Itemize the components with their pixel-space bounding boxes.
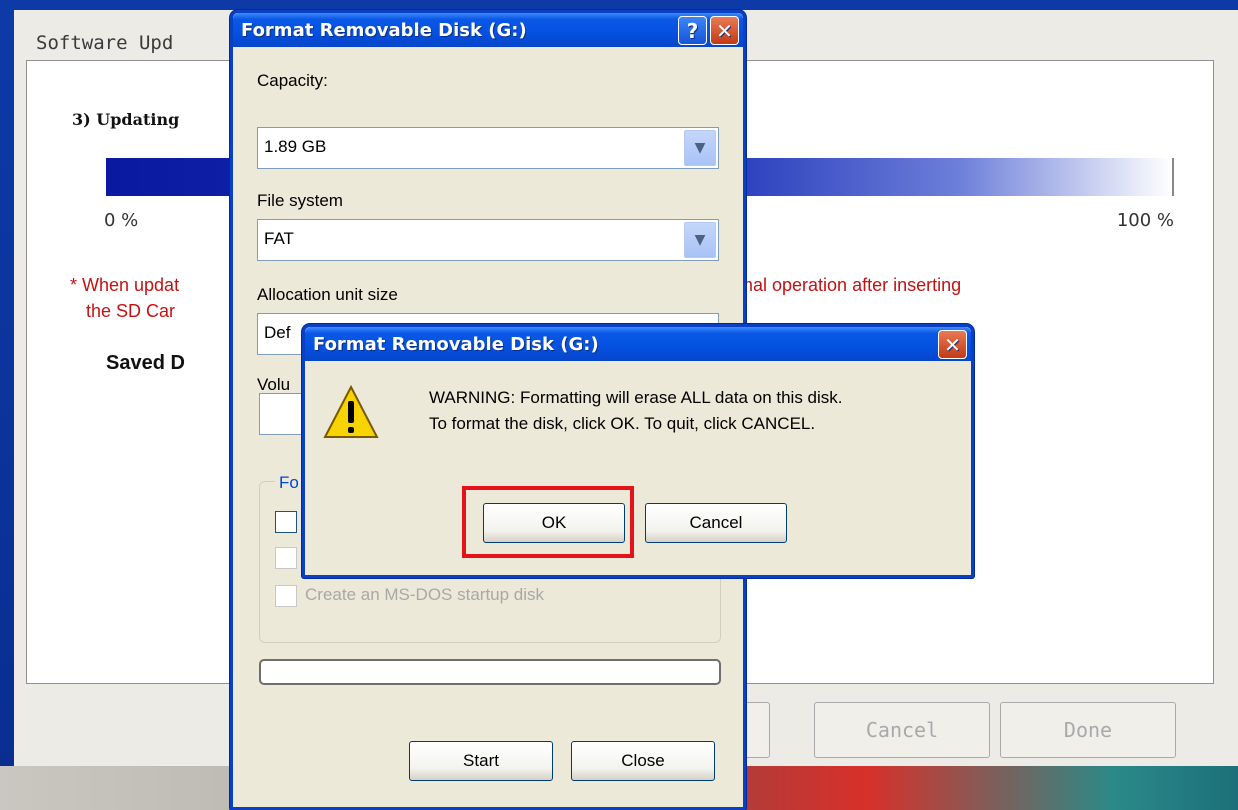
note-line-1-end: mal operation after inserting: [738, 275, 962, 295]
warning-dialog-close-button[interactable]: ✕: [938, 330, 967, 359]
format-dialog-close-button[interactable]: ✕: [710, 16, 739, 45]
close-button[interactable]: Close: [571, 741, 715, 781]
step-label: 3) Updating: [72, 110, 180, 129]
chevron-down-icon[interactable]: ▼: [684, 130, 716, 166]
warning-line-2: To format the disk, click OK. To quit, c…: [429, 414, 816, 433]
warning-icon: [323, 385, 379, 438]
close-icon: ✕: [716, 18, 733, 43]
warning-message: WARNING: Formatting will erase ALL data …: [429, 385, 843, 437]
warning-dialog-title: Format Removable Disk (G:): [313, 333, 599, 355]
format-dialog-title: Format Removable Disk (G:): [241, 19, 527, 41]
close-icon: ✕: [944, 332, 961, 357]
format-dialog-titlebar: Format Removable Disk (G:) ? ✕: [233, 13, 743, 47]
help-button[interactable]: ?: [678, 16, 707, 45]
capacity-label: Capacity:: [257, 71, 328, 90]
cancel-button[interactable]: Cancel: [645, 503, 787, 543]
format-options-label: Fo: [275, 473, 303, 493]
help-icon: ?: [686, 18, 699, 43]
warning-line-1: WARNING: Formatting will erase ALL data …: [429, 388, 843, 407]
capacity-select[interactable]: 1.89 GB ▼: [257, 127, 719, 169]
compression-checkbox[interactable]: [275, 547, 297, 569]
filesystem-value: FAT: [264, 229, 294, 248]
msdos-startup-label: Create an MS-DOS startup disk: [305, 585, 545, 604]
quick-format-checkbox[interactable]: [275, 511, 297, 533]
note-line-1-start: * When updat: [70, 275, 180, 295]
allocation-value: Def: [264, 323, 291, 342]
ok-highlight-box: [462, 486, 634, 558]
chevron-down-icon[interactable]: ▼: [684, 222, 716, 258]
warning-dialog: Format Removable Disk (G:) ✕ WARNING: Fo…: [302, 324, 974, 578]
format-progress-bar: [259, 659, 721, 685]
saved-status: Saved D: [106, 352, 185, 374]
start-button[interactable]: Start: [409, 741, 553, 781]
app-cancel-button[interactable]: Cancel: [814, 702, 990, 758]
msdos-startup-checkbox[interactable]: [275, 585, 297, 607]
filesystem-label: File system: [257, 191, 343, 210]
app-title: Software Upd: [36, 32, 174, 54]
app-done-button[interactable]: Done: [1000, 702, 1176, 758]
progress-end-label: 100 %: [1116, 210, 1174, 231]
capacity-value: 1.89 GB: [264, 137, 327, 156]
warning-dialog-titlebar: Format Removable Disk (G:) ✕: [305, 327, 971, 361]
volume-label: Volu: [257, 375, 291, 394]
allocation-label: Allocation unit size: [257, 285, 398, 304]
filesystem-select[interactable]: FAT ▼: [257, 219, 719, 261]
progress-start-label: 0 %: [104, 210, 139, 231]
